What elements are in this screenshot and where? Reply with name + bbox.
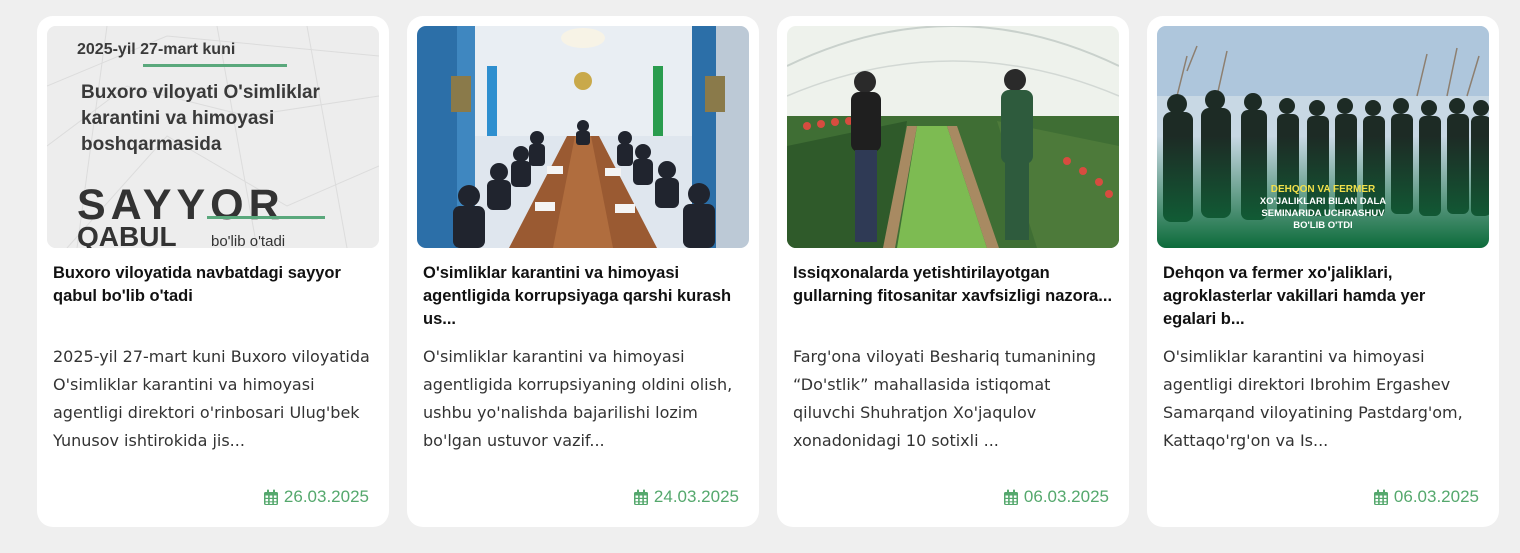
card-excerpt: 2025-yil 27-mart kuni Buxoro viloyatida … xyxy=(53,347,370,450)
card-date-text: 06.03.2025 xyxy=(1023,487,1109,506)
news-image[interactable]: 2025-yil 27-mart kuni Buxoro viloyati O'… xyxy=(47,26,379,248)
card-date: 26.03.2025 xyxy=(263,487,369,507)
image-description-line: karantini va himoyasi xyxy=(81,108,275,129)
image-banner-line: XO'JALIKLARI BILAN DALA xyxy=(1259,196,1387,207)
card-date: 24.03.2025 xyxy=(633,487,739,507)
calendar-icon xyxy=(633,489,648,505)
card-date-text: 26.03.2025 xyxy=(283,487,369,506)
news-image-greenhouse xyxy=(787,26,1119,248)
card-title[interactable]: O'simliklar karantini va himoyasi agentl… xyxy=(423,262,743,331)
card-date: 06.03.2025 xyxy=(1003,487,1109,507)
card-date-text: 06.03.2025 xyxy=(1393,487,1479,506)
card-excerpt: O'simliklar karantini va himoyasi agentl… xyxy=(423,347,733,450)
image-description-line: boshqarmasida xyxy=(81,134,222,155)
card-title[interactable]: Dehqon va fermer xo'jaliklari, agroklast… xyxy=(1163,262,1483,331)
calendar-icon xyxy=(1373,489,1388,505)
news-image[interactable]: DEHQON VA FERMER XO'JALIKLARI BILAN DALA… xyxy=(1157,26,1489,248)
card-excerpt: Farg'ona viloyati Beshariq tumanining “D… xyxy=(793,347,1097,450)
image-banner-line: BO'LIB O'TDI xyxy=(1293,220,1353,231)
image-headline-2: QABUL xyxy=(77,221,177,248)
calendar-icon xyxy=(263,489,278,505)
image-subtext: bo'lib o'tadi xyxy=(211,233,286,248)
image-description: Buxoro viloyati O'simliklar karantini va… xyxy=(81,80,371,158)
news-image-meeting xyxy=(417,26,749,248)
news-card[interactable]: Issiqxonalarda yetishtirilayotgan gullar… xyxy=(777,16,1129,527)
news-card[interactable]: O'simliklar karantini va himoyasi agentl… xyxy=(407,16,759,527)
card-title[interactable]: Buxoro viloyatida navbatdagi sayyor qabu… xyxy=(53,262,373,331)
calendar-icon xyxy=(1003,489,1018,505)
image-banner: DEHQON VA FERMER XO'JALIKLARI BILAN DALA… xyxy=(1157,184,1489,232)
image-description-line: Buxoro viloyati O'simliklar xyxy=(81,82,320,103)
news-image[interactable] xyxy=(417,26,749,248)
news-card[interactable]: DEHQON VA FERMER XO'JALIKLARI BILAN DALA… xyxy=(1147,16,1499,527)
card-date: 06.03.2025 xyxy=(1373,487,1479,507)
card-date-text: 24.03.2025 xyxy=(653,487,739,506)
news-image[interactable] xyxy=(787,26,1119,248)
news-card[interactable]: 2025-yil 27-mart kuni Buxoro viloyati O'… xyxy=(37,16,389,527)
image-banner-line: DEHQON VA FERMER xyxy=(1270,184,1376,195)
card-title[interactable]: Issiqxonalarda yetishtirilayotgan gullar… xyxy=(793,262,1113,331)
image-banner-line: SEMINARIDA UCHRASHUV xyxy=(1261,208,1385,219)
card-excerpt: O'simliklar karantini va himoyasi agentl… xyxy=(1163,347,1463,450)
image-date-text: 2025-yil 27-mart kuni xyxy=(77,41,236,58)
news-grid: 2025-yil 27-mart kuni Buxoro viloyati O'… xyxy=(37,16,1499,527)
image-underline-2 xyxy=(207,216,325,219)
image-underline xyxy=(143,64,287,67)
